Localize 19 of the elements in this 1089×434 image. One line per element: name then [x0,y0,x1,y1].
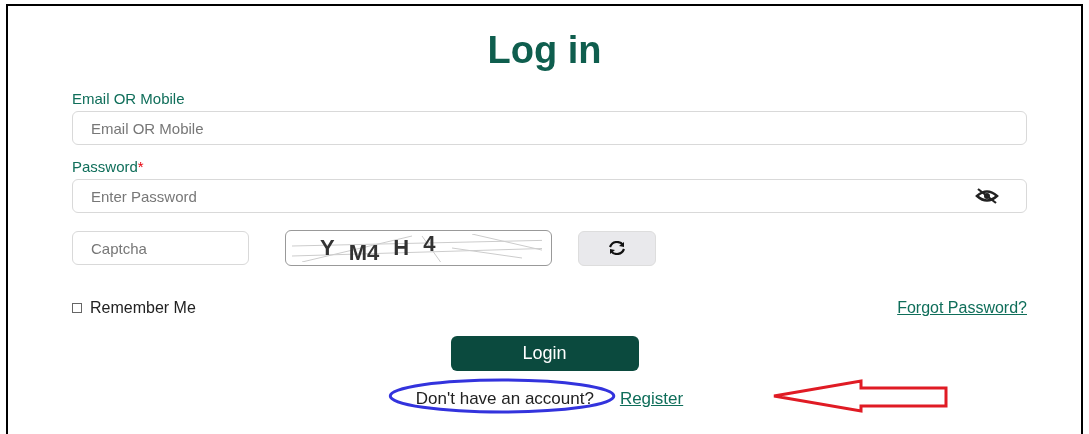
eye-slash-icon[interactable] [975,188,999,204]
refresh-button[interactable] [578,230,656,266]
captcha-glyph: M4 [348,242,380,264]
checkbox-label: Remember Me [90,298,196,318]
captcha-field[interactable]: Captcha [72,231,249,265]
forgot-password-link[interactable]: Forgot Password? [897,296,1027,320]
input-field[interactable]: Email OR Mobile [72,111,1027,145]
login-button[interactable]: Login [450,336,639,371]
captcha-glyph: H [393,237,410,259]
refresh-icon [608,241,626,255]
password-field[interactable]: Enter Password [72,179,1027,213]
register-link[interactable]: Register [619,386,684,412]
field-label: Email OR Mobile [72,90,185,108]
captcha-glyph: Y [320,237,335,259]
field-label: Password* [72,158,144,176]
captcha-glyph: 4 [423,233,436,255]
page-title: Log in [487,28,602,72]
checkbox[interactable] [72,303,82,313]
register-prompt: Don't have an account? [415,389,594,408]
